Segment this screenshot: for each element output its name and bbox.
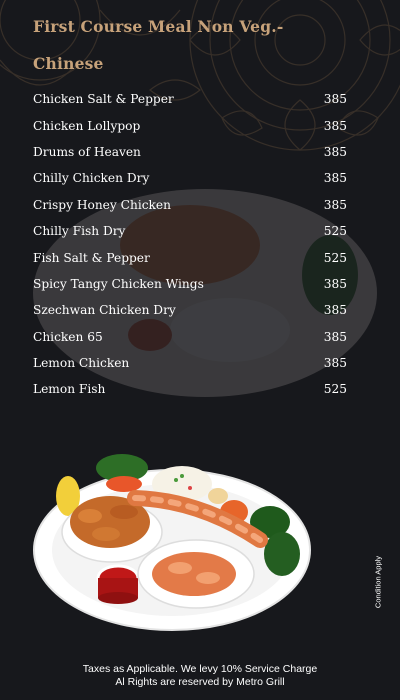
item-name: Chicken Lollypop (33, 118, 141, 133)
item-name: Chilly Chicken Dry (33, 171, 150, 186)
item-price: 525 (323, 250, 347, 265)
item-name: Spicy Tangy Chicken Wings (33, 276, 204, 291)
menu-item: Szechwan Chicken Dry 385 (33, 297, 347, 323)
food-platter-image (33, 454, 311, 631)
menu-item: Lemon Chicken 385 (33, 350, 347, 376)
item-name: Szechwan Chicken Dry (33, 303, 176, 318)
menu-item: Chicken 65 385 (33, 324, 347, 350)
item-name: Chicken 65 (33, 329, 103, 344)
item-price: 525 (323, 224, 347, 239)
item-name: Chicken Salt & Pepper (33, 92, 174, 107)
item-price: 385 (323, 356, 347, 371)
menu-subheading: Chinese (33, 54, 104, 73)
item-price: 385 (323, 303, 347, 318)
menu-item: Crispy Honey Chicken 385 (33, 192, 347, 218)
item-price: 385 (323, 171, 347, 186)
menu-item: Chicken Salt & Pepper 385 (33, 86, 347, 112)
item-price: 385 (323, 329, 347, 344)
menu-item: Chilly Fish Dry 525 (33, 218, 347, 244)
item-price: 385 (323, 197, 347, 212)
item-name: Lemon Fish (33, 382, 106, 397)
menu-item: Drums of Heaven 385 (33, 139, 347, 165)
footer-tax-note: Taxes as Applicable. We levy 10% Service… (82, 663, 318, 675)
condition-apply-note: Condition Apply (373, 555, 383, 609)
menu-heading: First Course Meal Non Veg.- (33, 17, 284, 36)
item-price: 385 (323, 144, 347, 159)
item-price: 385 (323, 276, 347, 291)
item-name: Drums of Heaven (33, 144, 141, 159)
menu-item: Chilly Chicken Dry 385 (33, 165, 347, 191)
item-name: Fish Salt & Pepper (33, 250, 150, 265)
item-price: 385 (323, 118, 347, 133)
footer-rights-note: Al Rights are reserved by Metro Grill (115, 676, 285, 688)
item-price: 525 (323, 382, 347, 397)
menu-item: Lemon Fish 525 (33, 376, 347, 402)
menu-item: Chicken Lollypop 385 (33, 112, 347, 138)
menu-item: Spicy Tangy Chicken Wings 385 (33, 271, 347, 297)
menu-item: Fish Salt & Pepper 525 (33, 244, 347, 270)
item-name: Crispy Honey Chicken (33, 197, 171, 212)
item-name: Lemon Chicken (33, 356, 130, 371)
item-name: Chilly Fish Dry (33, 224, 126, 239)
item-price: 385 (323, 92, 347, 107)
menu-list: Chicken Salt & Pepper 385 Chicken Lollypo… (33, 86, 347, 403)
